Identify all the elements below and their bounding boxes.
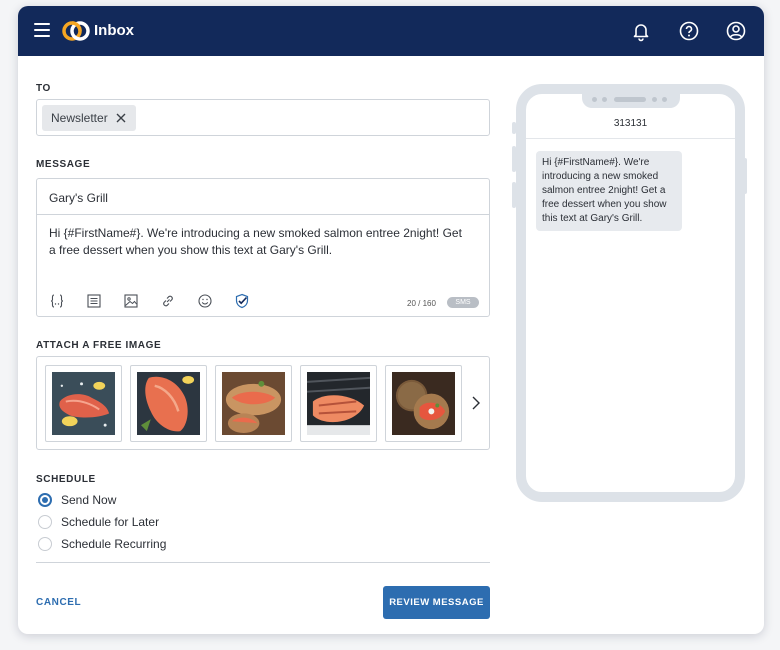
recipient-chip-label: Newsletter — [51, 111, 108, 125]
app-title: Inbox — [94, 22, 134, 39]
link-icon[interactable] — [160, 293, 176, 309]
emoji-icon[interactable] — [197, 293, 213, 309]
message-label: MESSAGE — [36, 159, 91, 170]
template-icon[interactable] — [86, 293, 102, 309]
bell-icon[interactable] — [630, 20, 652, 42]
verify-icon[interactable] — [234, 293, 250, 309]
image-icon[interactable] — [123, 293, 139, 309]
attach-image-label: ATTACH A FREE IMAGE — [36, 340, 162, 351]
message-body-textarea[interactable]: Hi {#FirstName#}. We're introducing a ne… — [49, 225, 469, 259]
top-bar: Inbox — [18, 6, 764, 56]
sms-badge: SMS — [447, 297, 479, 308]
image-thumbnail[interactable] — [130, 365, 207, 442]
salmon-fillet-image — [137, 372, 200, 435]
image-thumbnail[interactable] — [215, 365, 292, 442]
salmon-plate-image — [52, 372, 115, 435]
schedule-option-send-now[interactable]: Send Now — [38, 493, 116, 507]
character-counter: 20 / 160 — [407, 299, 436, 308]
merge-field-icon[interactable] — [49, 293, 65, 309]
image-thumbnail[interactable] — [385, 365, 462, 442]
salmon-toast-image — [222, 372, 285, 435]
schedule-option-label: Send Now — [61, 493, 117, 507]
compose-window: Inbox TO Newsletter MESSAGE Gary's Grill… — [18, 6, 764, 634]
schedule-option-label: Schedule Recurring — [61, 537, 167, 551]
message-box: Gary's Grill Hi {#FirstName#}. We're int… — [36, 178, 490, 317]
schedule-option-recurring[interactable]: Schedule Recurring — [38, 537, 166, 551]
brand-logo-icon — [62, 21, 90, 41]
image-thumbnail[interactable] — [300, 365, 377, 442]
schedule-option-label: Schedule for Later — [61, 515, 160, 529]
message-preview-bubble: Hi {#FirstName#}. We're introducing a ne… — [536, 151, 682, 231]
message-toolbar — [49, 293, 250, 311]
review-message-button[interactable]: REVIEW MESSAGE — [383, 586, 490, 619]
close-icon[interactable] — [116, 113, 126, 123]
schedule-option-later[interactable]: Schedule for Later — [38, 515, 159, 529]
radio-button[interactable] — [38, 493, 52, 507]
divider — [36, 562, 490, 563]
recipient-chip[interactable]: Newsletter — [42, 105, 136, 131]
phone-short-code: 313131 — [613, 118, 648, 129]
grilled-salmon-image — [307, 372, 370, 435]
salmon-bagel-image — [392, 372, 455, 435]
chevron-right-icon[interactable] — [470, 395, 482, 411]
radio-button[interactable] — [38, 537, 52, 551]
phone-preview: 313131 Hi {#FirstName#}. We're introduci… — [516, 84, 745, 502]
sender-name-field[interactable]: Gary's Grill — [37, 179, 489, 215]
help-icon[interactable] — [678, 20, 700, 42]
phone-notch — [582, 92, 680, 108]
hamburger-icon[interactable] — [34, 23, 50, 37]
divider — [526, 138, 735, 139]
image-thumbnail[interactable] — [45, 365, 122, 442]
schedule-label: SCHEDULE — [36, 474, 96, 485]
to-field[interactable]: Newsletter — [36, 99, 490, 136]
cancel-button[interactable]: CANCEL — [36, 597, 81, 608]
radio-button[interactable] — [38, 515, 52, 529]
to-label: TO — [36, 83, 51, 94]
account-icon[interactable] — [725, 20, 747, 42]
image-gallery — [36, 356, 490, 450]
